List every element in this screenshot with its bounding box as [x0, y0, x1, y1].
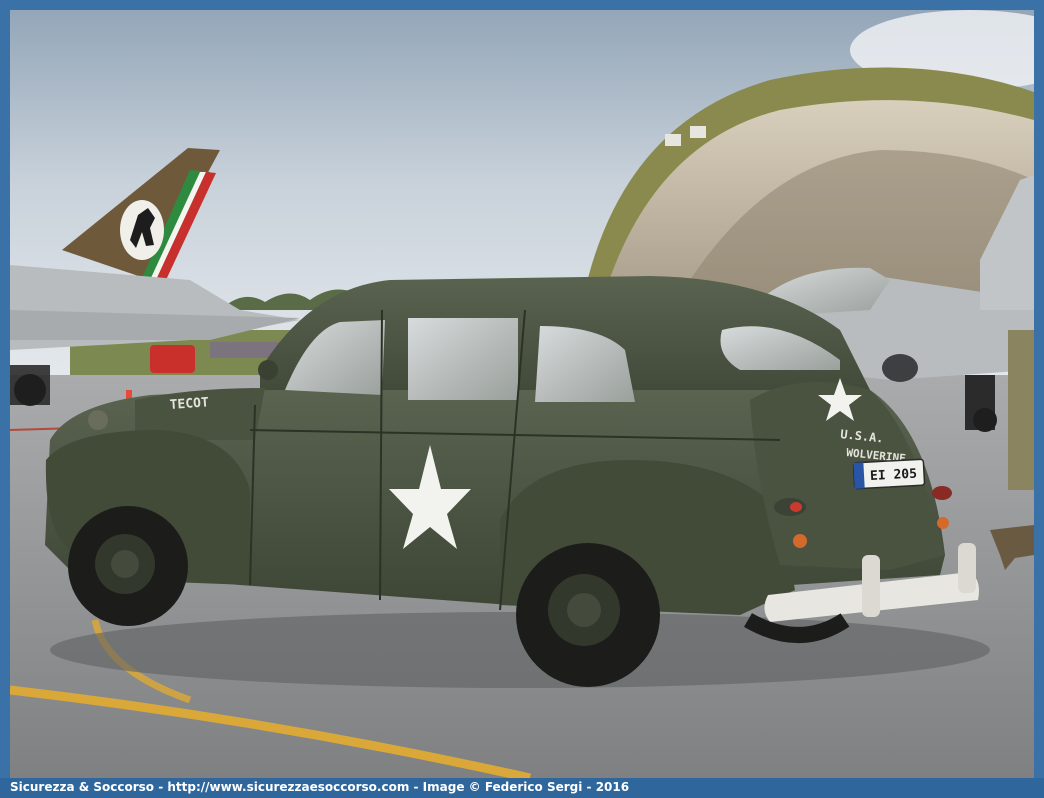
floodlight: [690, 126, 706, 138]
rear-wheel: [516, 543, 660, 687]
red-ground-vehicle: [150, 345, 195, 373]
reflector: [793, 534, 807, 548]
taillight: [932, 486, 952, 500]
hood-text: TECOT: [169, 395, 209, 413]
bumper-guard: [958, 543, 976, 593]
front-door-window: [408, 318, 518, 400]
license-plate-eu-band: [853, 462, 865, 489]
jet-wheel: [973, 408, 997, 432]
photo-scene: TECOT U.S.A. WOLVERINE EI 205: [10, 10, 1034, 778]
photo-frame: TECOT U.S.A. WOLVERINE EI 205: [0, 0, 1044, 798]
person-partial: [1008, 330, 1034, 490]
bumper-guard: [862, 555, 880, 617]
photograph: TECOT U.S.A. WOLVERINE EI 205: [10, 10, 1034, 778]
caption-text: Sicurezza & Soccorso - http://www.sicure…: [10, 780, 630, 794]
jet-intake: [882, 354, 918, 382]
caption-bar: Sicurezza & Soccorso - http://www.sicure…: [0, 778, 1044, 798]
taillight: [790, 502, 802, 512]
side-mirror: [258, 360, 278, 380]
reflector: [937, 517, 949, 529]
floodlight: [665, 134, 681, 146]
license-plate-text: EI 205: [870, 467, 918, 484]
front-wheel: [68, 506, 188, 626]
headlight: [88, 410, 108, 430]
jet-wheel: [14, 374, 46, 406]
